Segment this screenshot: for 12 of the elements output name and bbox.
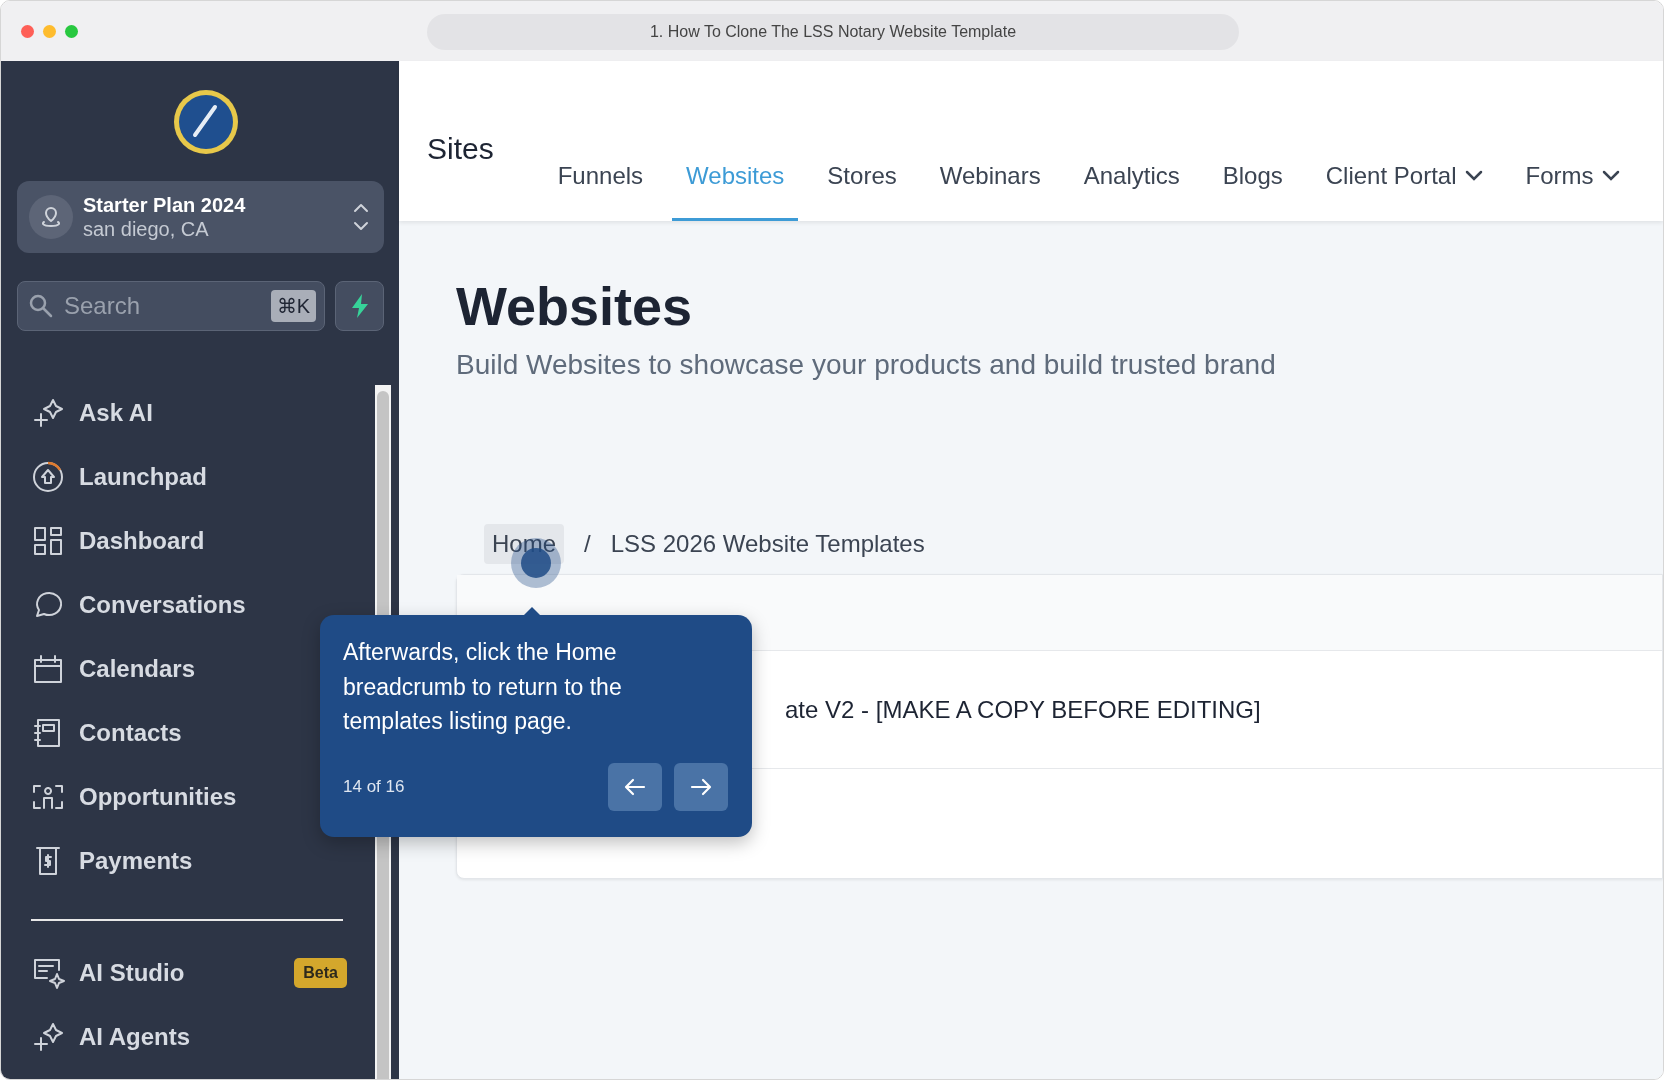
beta-badge: Beta bbox=[294, 958, 347, 988]
account-name: Starter Plan 2024 bbox=[83, 193, 247, 217]
section-title: Sites bbox=[427, 131, 494, 167]
page-title: Websites bbox=[456, 277, 694, 337]
window-title: 1. How To Clone The LSS Notary Website Template bbox=[427, 14, 1239, 50]
shortcut-key: ⌘K bbox=[270, 290, 316, 322]
account-location: san diego, CA bbox=[83, 217, 210, 241]
page-subtitle: Build Websites to showcase your products and build trusted brand bbox=[456, 348, 1277, 383]
step-counter: 14 of 16 bbox=[343, 775, 405, 798]
breadcrumb-separator: / bbox=[584, 529, 591, 560]
table-cell-text: ate V2 - [MAKE A COPY BEFORE EDITING] bbox=[785, 694, 1261, 725]
tour-text: Afterwards, click the Home breadcrumb to return to the templates listing page. bbox=[343, 638, 623, 736]
